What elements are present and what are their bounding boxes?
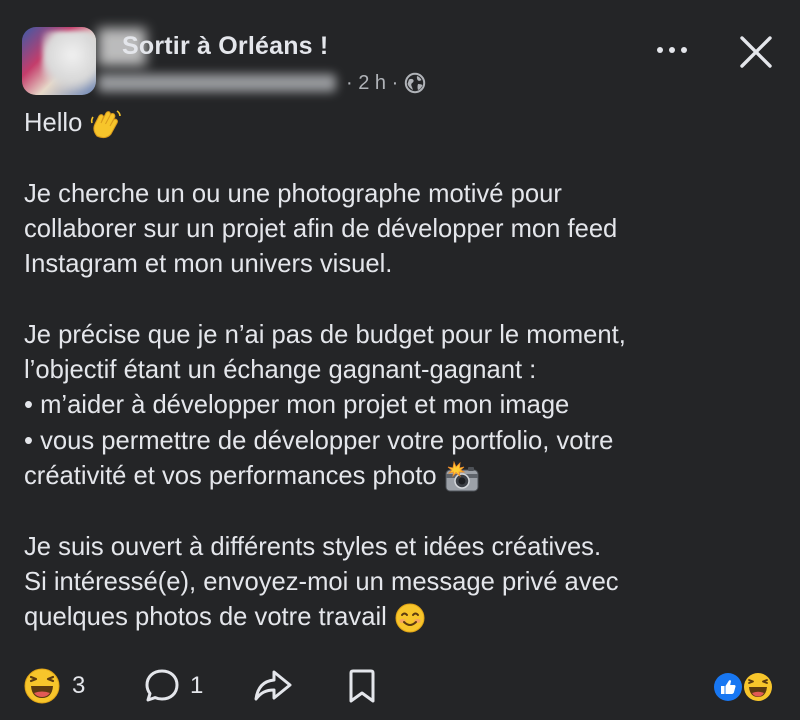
paragraph: Je suis ouvert à différents styles et id… xyxy=(24,530,764,636)
bullet-line: • m’aider à développer mon projet et mon… xyxy=(24,391,570,420)
avatar-blur-overlay xyxy=(42,31,96,91)
comment-count: 1 xyxy=(190,672,204,699)
more-dot-icon xyxy=(657,47,663,53)
text-line-with-emoji: créativité et vos performances photo xyxy=(24,459,764,494)
bullet-line: • vous permettre de développer votre por… xyxy=(24,426,614,455)
paragraph: Hello xyxy=(24,106,764,141)
more-dot-icon xyxy=(669,47,675,53)
bookmark-icon xyxy=(349,669,375,703)
post-body: Hello Je cherche un ou une photographe m… xyxy=(24,106,764,635)
group-avatar[interactable] xyxy=(22,27,96,95)
post-timestamp[interactable]: · 2 h · xyxy=(346,72,398,95)
text-line: l’objectif étant un échange gagnant-gagn… xyxy=(24,356,537,385)
post-header: Sortir à Orléans ! · 2 h · xyxy=(22,22,782,98)
text-line: collaborer sur un projet afin de dévelop… xyxy=(24,214,618,243)
reaction-summary[interactable] xyxy=(712,670,778,704)
text-line: quelques photos de votre travail xyxy=(24,603,387,632)
save-button[interactable] xyxy=(342,660,382,712)
text-line: Je précise que je n’ai pas de budget pou… xyxy=(24,320,626,349)
globe-icon xyxy=(405,72,426,94)
close-icon[interactable] xyxy=(734,30,778,74)
waving-hand-icon xyxy=(91,110,122,139)
text-line-with-emoji: quelques photos de votre travail xyxy=(24,600,764,635)
text-line: créativité et vos performances photo xyxy=(24,461,437,490)
paragraph: Je cherche un ou une photographe motivé … xyxy=(24,177,764,283)
paragraph: Je précise que je n’ai pas de budget pou… xyxy=(24,318,764,494)
comment-icon xyxy=(145,669,179,702)
comment-button[interactable]: 1 xyxy=(142,660,203,712)
post: Sortir à Orléans ! · 2 h · Hello Je cher… xyxy=(0,0,800,720)
action-bar: 3 1 xyxy=(0,660,800,712)
text-line: Hello xyxy=(24,109,83,137)
laughing-face-icon xyxy=(24,668,60,704)
more-dot-icon xyxy=(681,47,687,53)
reaction-count: 3 xyxy=(72,672,86,699)
post-meta: · 2 h · xyxy=(98,72,426,94)
more-options-button[interactable] xyxy=(650,38,694,62)
group-name[interactable]: Sortir à Orléans ! xyxy=(122,32,328,61)
share-button[interactable] xyxy=(252,660,294,712)
camera-flash-icon xyxy=(445,461,479,492)
text-line: Je suis ouvert à différents styles et id… xyxy=(24,532,602,561)
reaction-button[interactable]: 3 xyxy=(22,660,85,712)
text-line: Je cherche un ou une photographe motivé … xyxy=(24,179,562,208)
share-icon xyxy=(254,670,292,701)
text-line: Si intéressé(e), envoyez-moi un message … xyxy=(24,567,619,596)
author-name-blurred[interactable] xyxy=(98,74,336,92)
smiling-face-icon xyxy=(395,603,425,633)
text-line: Instagram et mon univers visuel. xyxy=(24,250,393,279)
